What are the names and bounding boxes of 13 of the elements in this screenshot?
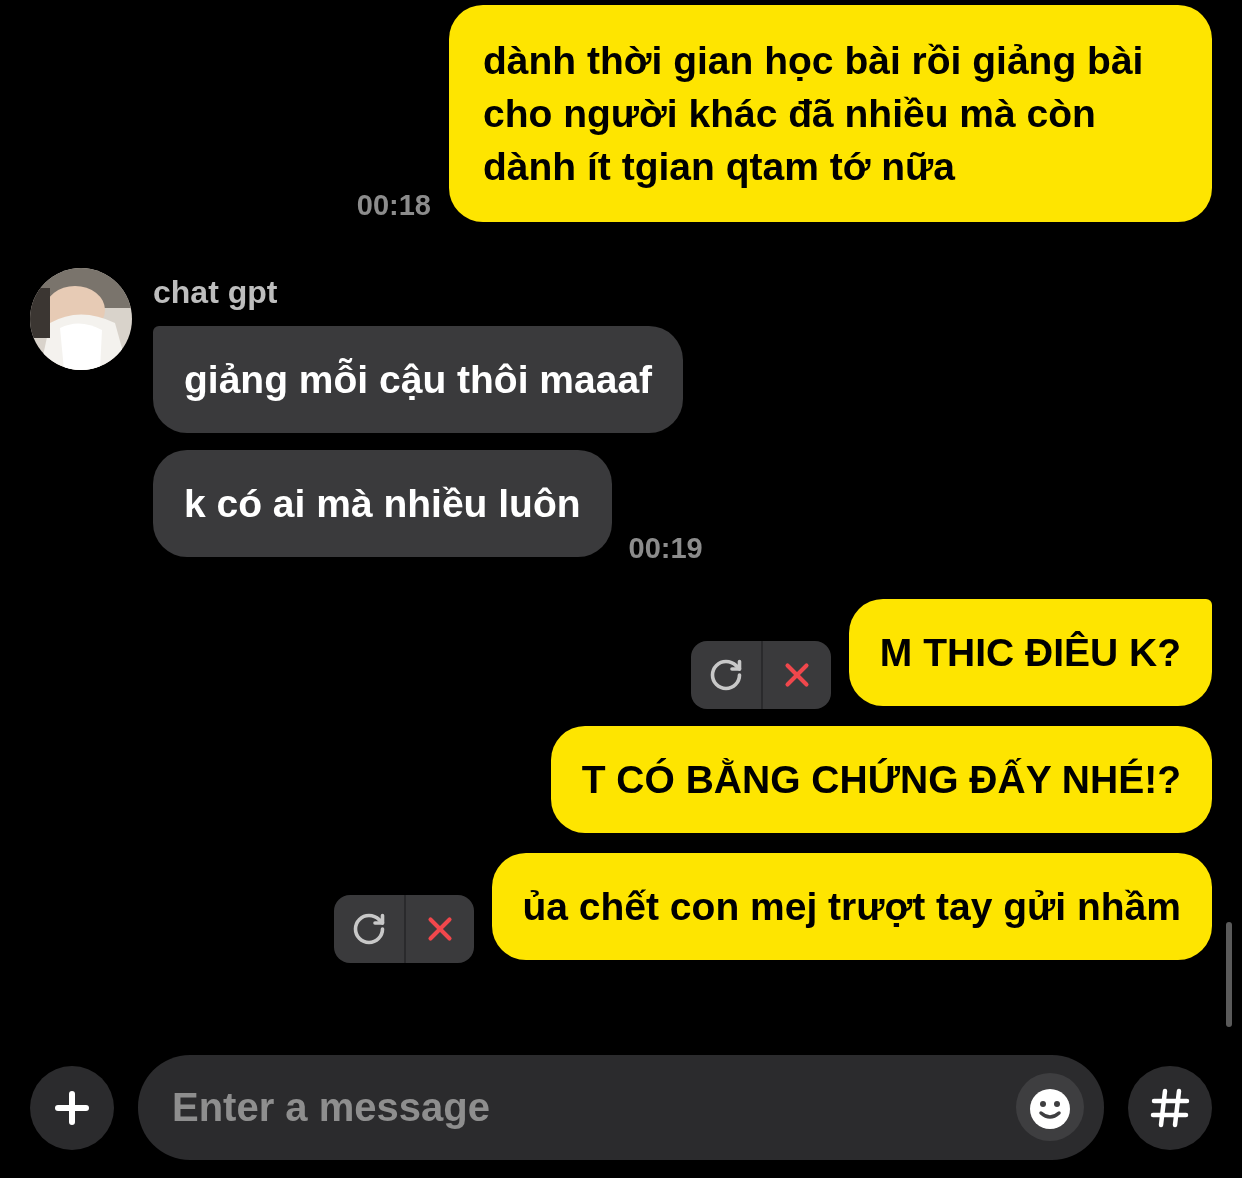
message-bubble: T CÓ BẰNG CHỨNG ĐẤY NHÉ!?	[550, 726, 1212, 833]
message-bubble: k có ai mà nhiều luôn	[153, 450, 612, 557]
message-bubble: dành thời gian học bài rồi giảng bài cho người khác đã nhiều mà còn dành ít tgian qtam tớ nữa	[449, 5, 1212, 222]
scrollbar[interactable]	[1226, 922, 1232, 1027]
message-time: 00:19	[628, 532, 703, 565]
emoji-icon[interactable]	[1016, 1073, 1084, 1141]
message-input[interactable]: Enter a message	[138, 1055, 1104, 1160]
message-bubble: giảng mỗi cậu thôi maaaf	[153, 326, 684, 433]
hash-icon	[1150, 1087, 1190, 1128]
message-bubble: M THIC ĐIÊU K?	[848, 599, 1212, 706]
message-bubble: ủa chết con mej trượt tay gửi nhầm	[491, 853, 1212, 960]
message-time: 00:18	[356, 189, 431, 222]
sender-name: chat gpt	[153, 274, 279, 311]
